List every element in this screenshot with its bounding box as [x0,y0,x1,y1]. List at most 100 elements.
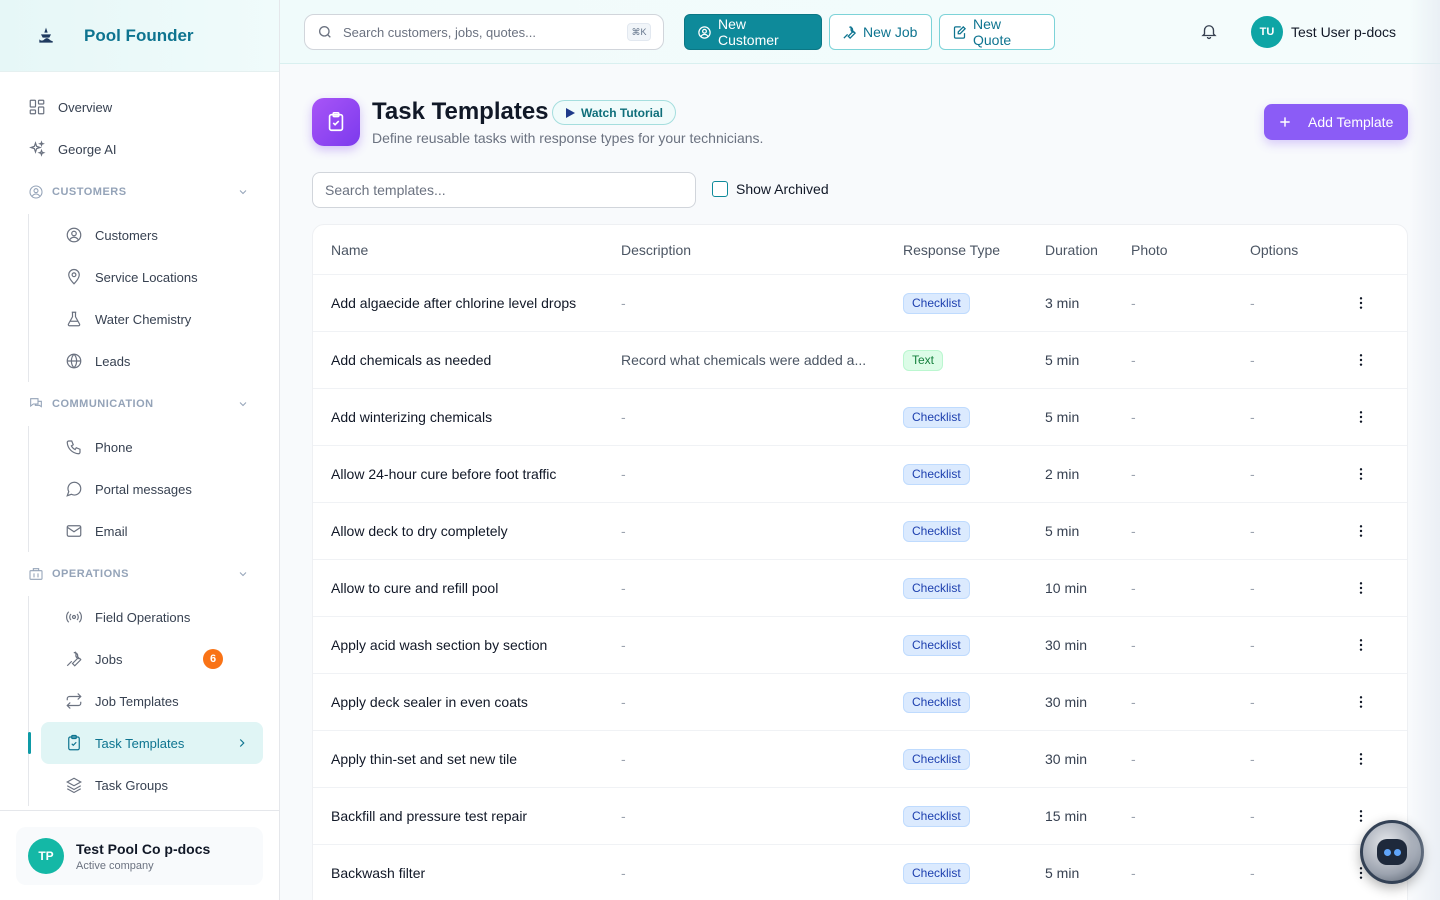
phone-icon [65,438,83,456]
table-header: Name Description Response Type Duration … [313,225,1407,275]
row-menu-button[interactable] [1346,580,1376,596]
task-description: - [621,466,626,482]
table-row[interactable]: Apply acid wash section by section - Check… [313,617,1407,674]
watch-tutorial-label: Watch Tutorial [581,105,663,120]
map-pin-icon [65,268,83,286]
top-bar: ⌘K New Customer New Job New Quote TU Tes… [280,0,1440,64]
more-vertical-icon [1359,297,1363,309]
sidebar-item-phone[interactable]: Phone [41,426,263,468]
table-row[interactable]: Backwash filter - Checklist 5 min - - [313,845,1407,900]
row-menu-button[interactable] [1346,295,1376,311]
mail-icon [65,522,83,540]
table-body: Add algaecide after chlorine level drops… [313,275,1407,900]
add-template-label: Add Template [1308,114,1394,130]
response-type-badge: Checklist [903,577,970,599]
show-archived-checkbox[interactable] [712,181,728,197]
user-menu[interactable]: TU Test User p-docs [1251,16,1396,48]
new-job-button[interactable]: New Job [829,14,932,50]
task-photo: - [1131,352,1136,368]
column-header-response-type[interactable]: Response Type [903,242,1045,258]
task-templates-table: Name Description Response Type Duration … [312,224,1408,900]
table-row[interactable]: Allow to cure and refill pool - Checklist 1… [313,560,1407,617]
column-header-options[interactable]: Options [1250,242,1346,258]
template-search-input[interactable] [325,182,685,198]
task-name: Backwash filter [331,865,426,881]
row-menu-button[interactable] [1346,523,1376,539]
response-type-cell: Checklist [903,805,1045,827]
user-name: Test User p-docs [1291,24,1397,40]
new-customer-button[interactable]: New Customer [684,14,822,50]
row-menu-button[interactable] [1346,409,1376,425]
sidebar-item-field-operations[interactable]: Field Operations [41,596,263,638]
company-avatar: TP [28,838,64,874]
response-type-badge: Checklist [903,805,970,827]
task-name: Allow 24-hour cure before foot traffic [331,466,557,482]
section-communication[interactable]: COMMUNICATION [0,382,279,426]
table-row[interactable]: Add winterizing chemicals - Checklist 5 min… [313,389,1407,446]
sidebar-item-email[interactable]: Email [41,510,263,552]
row-menu-button[interactable] [1346,637,1376,653]
template-search[interactable] [312,172,696,208]
global-search-input[interactable] [343,24,613,40]
column-header-duration[interactable]: Duration [1045,242,1131,258]
watch-tutorial-button[interactable]: Watch Tutorial [552,100,676,125]
operations-subnav: Field Operations Jobs 6 Job Templates Ta… [28,596,279,806]
user-circle-icon [697,25,712,40]
section-title: OPERATIONS [52,568,129,580]
building-icon [28,566,44,582]
bell-icon[interactable] [1200,22,1218,40]
table-row[interactable]: Apply thin-set and set new tile - Checklis… [313,731,1407,788]
chevron-down-icon [237,568,249,580]
task-duration: 30 min [1045,637,1088,653]
sidebar-item-water-chemistry[interactable]: Water Chemistry [41,298,263,340]
task-description: - [621,808,626,824]
table-row[interactable]: Allow 24-hour cure before foot traffic - C… [313,446,1407,503]
sidebar-item-customers[interactable]: Customers [41,214,263,256]
sidebar-item-portal-messages[interactable]: Portal messages [41,468,263,510]
show-archived-toggle[interactable]: Show Archived [712,181,829,197]
row-menu-button[interactable] [1346,808,1376,824]
sidebar-item-overview[interactable]: Overview [0,86,279,128]
sidebar-item-service-locations[interactable]: Service Locations [41,256,263,298]
company-card[interactable]: TP Test Pool Co p-docs Active company [16,827,263,885]
column-header-description[interactable]: Description [621,242,903,258]
response-type-cell: Checklist [903,748,1045,770]
user-circle-icon [65,226,83,244]
add-template-button[interactable]: Add Template [1264,104,1408,140]
task-options: - [1250,808,1255,824]
table-row[interactable]: Add chemicals as needed Record what chemi… [313,332,1407,389]
global-search[interactable]: ⌘K [304,14,664,50]
sidebar-item-leads[interactable]: Leads [41,340,263,382]
column-header-photo[interactable]: Photo [1131,242,1250,258]
table-row[interactable]: Add algaecide after chlorine level drops… [313,275,1407,332]
task-photo: - [1131,637,1136,653]
section-operations[interactable]: OPERATIONS [0,552,279,596]
sidebar-item-job-templates[interactable]: Job Templates [41,680,263,722]
chat-icon [28,396,44,412]
sidebar-item-task-templates[interactable]: Task Templates [28,722,263,764]
column-header-name[interactable]: Name [313,242,621,258]
sidebar-item-task-groups[interactable]: Task Groups [41,764,263,806]
task-duration: 30 min [1045,694,1088,710]
sidebar-item-george-ai[interactable]: George AI [0,128,279,170]
brand-header[interactable]: Pool Founder [0,0,279,72]
section-customers[interactable]: CUSTOMERS [0,170,279,214]
table-row[interactable]: Apply deck sealer in even coats - Checklis… [313,674,1407,731]
sidebar-item-jobs[interactable]: Jobs 6 [41,638,263,680]
sidebar-item-label: Jobs [95,651,123,667]
row-menu-button[interactable] [1346,694,1376,710]
task-name: Add algaecide after chlorine level drops [331,295,577,311]
task-duration: 10 min [1045,580,1088,596]
task-photo: - [1131,295,1136,311]
table-row[interactable]: Allow deck to dry completely - Checklist 5 … [313,503,1407,560]
table-row[interactable]: Backfill and pressure test repair - Checkl… [313,788,1407,845]
task-options: - [1250,352,1255,368]
row-menu-button[interactable] [1346,466,1376,482]
row-menu-button[interactable] [1346,751,1376,767]
assistant-robot-button[interactable] [1360,820,1424,884]
row-menu-button[interactable] [1346,352,1376,368]
new-quote-button[interactable]: New Quote [939,14,1055,50]
sidebar-item-label: Portal messages [95,481,192,497]
task-duration: 3 min [1045,295,1080,311]
task-duration: 5 min [1045,523,1080,539]
